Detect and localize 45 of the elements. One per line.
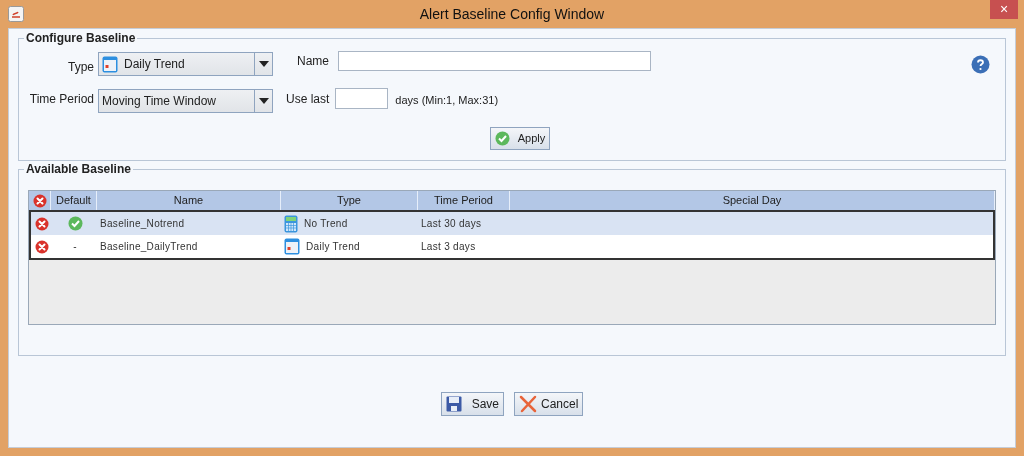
- cross-icon: [519, 395, 537, 413]
- group-title: Available Baseline: [24, 162, 133, 176]
- dropdown-value: Daily Trend: [124, 56, 185, 73]
- table-cell-text: No Trend: [304, 217, 348, 231]
- delete-icon[interactable]: [34, 216, 49, 231]
- table-row[interactable]: Baseline_Notrend No Trend Last 30 days: [31, 212, 993, 235]
- type-label: Type: [67, 59, 94, 76]
- apply-button[interactable]: Apply: [489, 127, 551, 150]
- close-button[interactable]: ×: [990, 0, 1018, 19]
- table-cell: Baseline_Notrend: [100, 218, 185, 229]
- table-cell-text: Daily Trend: [306, 240, 360, 254]
- time-period-label: Time Period: [28, 90, 94, 108]
- column-header[interactable]: Time Period: [418, 191, 510, 210]
- table-cell: Last 30 days: [421, 218, 482, 229]
- days-field[interactable]: [335, 88, 389, 109]
- caret-icon: [258, 61, 269, 67]
- column-header[interactable]: Name: [97, 191, 281, 210]
- group-title: Configure Baseline: [24, 31, 138, 45]
- delete-icon[interactable]: [32, 193, 47, 208]
- name-field[interactable]: [338, 51, 651, 71]
- use-last-label: Use last: [286, 90, 330, 108]
- caret-icon: [258, 97, 269, 104]
- table-cell-text: -: [73, 240, 77, 254]
- cancel-button[interactable]: Cancel: [514, 392, 584, 416]
- check-icon: [494, 131, 510, 146]
- column-header[interactable]: Type: [281, 191, 418, 210]
- table-cell: Baseline_DailyTrend: [100, 241, 198, 252]
- delete-icon[interactable]: [34, 239, 49, 254]
- name-label: Name: [297, 53, 329, 70]
- floppy-icon: [445, 396, 462, 412]
- calendar-icon: [284, 238, 300, 255]
- dropdown-value: Moving Time Window: [102, 92, 217, 110]
- table-cell: Last 3 days: [421, 241, 476, 252]
- column-header[interactable]: Special Day: [510, 191, 995, 210]
- save-button[interactable]: Save: [440, 392, 504, 416]
- calendar-icon: [102, 55, 118, 73]
- calculator-icon: [284, 214, 298, 233]
- table-row[interactable]: - Baseline_DailyTrend Daily Trend Last 3 days: [31, 235, 993, 258]
- column-header[interactable]: Default: [51, 191, 97, 210]
- dropdown[interactable]: Daily Trend: [98, 52, 273, 76]
- help-icon[interactable]: [971, 54, 990, 74]
- app-icon: [8, 6, 24, 22]
- dropdown[interactable]: Moving Time Window: [98, 88, 273, 113]
- days-hint: days (Min:1, Max:31): [395, 93, 499, 109]
- window-title: Alert Baseline Config Window: [419, 4, 605, 24]
